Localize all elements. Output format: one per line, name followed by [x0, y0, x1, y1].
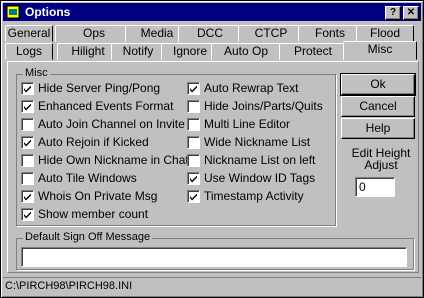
tab-ops[interactable]: Ops	[55, 25, 133, 42]
checkbox-label: Enhanced Events Format	[38, 99, 174, 113]
tab-misc[interactable]: Misc	[343, 41, 417, 60]
tab-dcc[interactable]: DCC	[178, 25, 242, 42]
app-icon	[6, 5, 20, 19]
tab-hilight[interactable]: Hilight	[57, 43, 119, 60]
help-button[interactable]: Help	[341, 118, 415, 139]
tab-notify[interactable]: Notify	[111, 43, 165, 60]
checkbox-label: Auto Tile Windows	[38, 171, 137, 185]
tab-general[interactable]: General	[5, 25, 53, 42]
help-title-button[interactable]: ?	[385, 6, 401, 20]
title-bar[interactable]: Options ? ✕	[3, 3, 421, 21]
checkmark-icon[interactable]	[21, 100, 34, 113]
checkbox-label: Hide Server Ping/Pong	[38, 81, 161, 95]
checkmark-icon[interactable]	[21, 190, 34, 203]
misc-group-label: Misc	[23, 67, 50, 79]
signoff-label: Default Sign Off Message	[23, 231, 153, 243]
checkbox-box[interactable]	[21, 118, 34, 131]
options-dialog: Options ? ✕ General Ops Media DCC CTCP Fonts F…	[0, 0, 424, 298]
signoff-groupbox: Default Sign Off Message	[16, 231, 414, 270]
checkmark-icon[interactable]	[21, 208, 34, 221]
tab-protect[interactable]: Protect	[279, 43, 347, 60]
checkbox-label: Use Window ID Tags	[204, 171, 316, 185]
window-title: Options	[25, 5, 71, 19]
edit-height-label: Edit Height Adjust	[351, 146, 411, 172]
close-icon[interactable]: ✕	[403, 6, 419, 20]
checkbox-label: Nickname List on left	[204, 153, 316, 167]
checkbox-box[interactable]	[21, 172, 34, 185]
ok-button[interactable]: Ok	[340, 73, 416, 96]
checkbox-box[interactable]	[21, 154, 34, 167]
checkbox-label: Multi Line Editor	[204, 117, 291, 131]
misc-groupbox: Misc Hide Server Ping/Pong Enhanced Event…	[16, 67, 336, 226]
ini-path: C:\PIRCH98\PIRCH98.INI	[5, 280, 133, 292]
checkbox-label: Whois On Private Msg	[38, 189, 158, 203]
checkbox-label: Hide Own Nickname in Chat	[38, 153, 189, 167]
tab-fonts[interactable]: Fonts	[298, 25, 362, 42]
checkmark-icon[interactable]	[21, 82, 34, 95]
checkmark-icon[interactable]	[187, 190, 200, 203]
checkbox-label: Auto Rewrap Text	[204, 81, 299, 95]
checkbox-label: Wide Nickname List	[204, 135, 311, 149]
cancel-button[interactable]: Cancel	[341, 96, 415, 117]
status-bar: C:\PIRCH98\PIRCH98.INI	[3, 277, 421, 295]
checkbox-box[interactable]	[187, 136, 200, 149]
checkbox-label: Timestamp Activity	[204, 189, 304, 203]
signoff-message-input[interactable]	[21, 247, 407, 267]
checkmark-icon[interactable]	[187, 172, 200, 185]
checkmark-icon[interactable]	[21, 136, 34, 149]
checkbox-label: Hide Joins/Parts/Quits	[204, 99, 323, 113]
tab-flood[interactable]: Flood	[356, 25, 414, 42]
tab-auto-op[interactable]: Auto Op	[211, 43, 281, 60]
checkbox-box[interactable]	[187, 100, 200, 113]
checkbox-label: Auto Rejoin if Kicked	[38, 135, 149, 149]
checkbox-label: Auto Join Channel on Invite	[38, 117, 185, 131]
tab-ctcp[interactable]: CTCP	[238, 25, 304, 42]
checkbox-box[interactable]	[187, 118, 200, 131]
checkmark-icon[interactable]	[187, 82, 200, 95]
checkbox-label: Show member count	[38, 207, 149, 221]
tab-logs[interactable]: Logs	[5, 43, 53, 60]
checkbox-box[interactable]	[187, 154, 200, 167]
edit-height-input[interactable]: 0	[355, 177, 395, 197]
